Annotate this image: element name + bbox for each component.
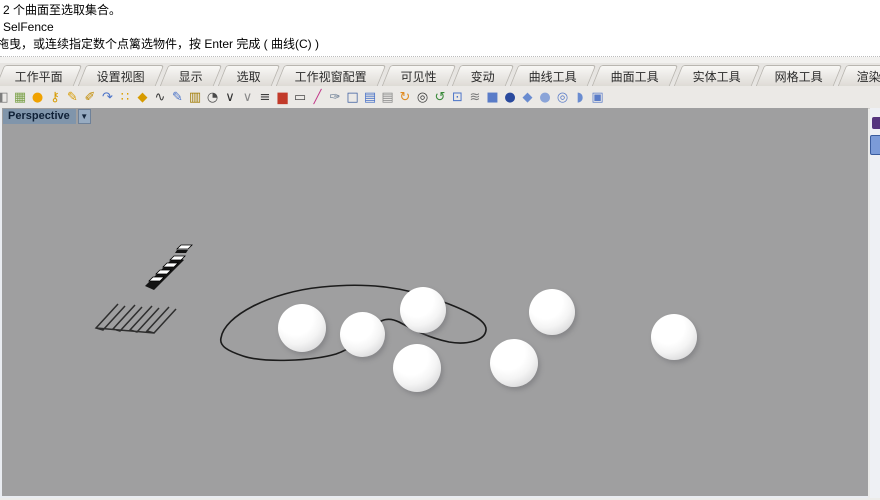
monitor-icon[interactable]: □ <box>344 89 361 106</box>
dot-grid-icon[interactable]: ∷ <box>117 89 134 106</box>
sphere-object <box>490 339 538 387</box>
tab-label: 可见性 <box>401 68 437 85</box>
ellipsoid-icon[interactable]: ● <box>537 89 554 106</box>
prism-icon[interactable]: ◆ <box>519 89 536 106</box>
sphere-object <box>651 314 697 360</box>
v-curve-icon[interactable]: ∨ <box>222 89 239 106</box>
fan-pages-icon[interactable]: ▤ <box>362 89 379 106</box>
spray-icon[interactable]: ✎ <box>64 89 81 106</box>
docked-panel-icon[interactable] <box>870 135 880 155</box>
tab-label: 选取 <box>237 68 261 85</box>
tab-11[interactable]: 网格工具 <box>756 65 843 86</box>
command-prompt[interactable]: 拖曳，或连续指定数个点篱选物件，按 Enter 完成 ( 曲线(C) ) <box>0 36 880 53</box>
sphere-object <box>278 304 326 352</box>
tab-label: 显示 <box>179 68 203 85</box>
tab-label: 渲染工具 <box>857 68 880 85</box>
tab-label: 变动 <box>471 68 495 85</box>
viewport-title-bar: Perspective ▼ <box>3 109 91 124</box>
torus-icon[interactable]: ◎ <box>554 89 571 106</box>
tab-2[interactable]: 设置视图 <box>78 65 165 86</box>
magnifier-icon[interactable]: ◎ <box>414 89 431 106</box>
tab-3[interactable]: 显示 <box>160 65 223 86</box>
blob-icon[interactable]: ◗ <box>572 89 589 106</box>
panel-icon[interactable]: ▭ <box>292 89 309 106</box>
command-history-line: 2 个曲面至选取集合。 <box>0 0 880 19</box>
named-view-icon[interactable]: ⊡ <box>449 89 466 106</box>
pencil-icon[interactable]: ✎ <box>169 89 186 106</box>
levels-icon[interactable]: ≡ <box>257 89 274 106</box>
tab-label: 工作视窗配置 <box>295 68 367 85</box>
tab-label: 曲线工具 <box>529 68 577 85</box>
tab-6[interactable]: 可见性 <box>382 65 457 86</box>
dock-icon[interactable]: ≋ <box>467 89 484 106</box>
viewport-title[interactable]: Perspective <box>3 109 76 124</box>
tab-label: 实体工具 <box>693 68 741 85</box>
sphere-object <box>393 344 441 392</box>
tab-12[interactable]: 渲染工具 <box>838 65 880 86</box>
viewport-dropdown-button[interactable]: ▼ <box>78 109 91 124</box>
undo-curve-icon[interactable]: ↷ <box>99 89 116 106</box>
nut-icon[interactable]: ◆ <box>134 89 151 106</box>
docked-panel-icon[interactable] <box>872 117 880 129</box>
sketch-pad-icon[interactable]: ✑ <box>327 89 344 106</box>
rail-array-icon[interactable]: ▥ <box>187 89 204 106</box>
perspective-viewport[interactable]: Perspective ▼ <box>0 108 868 498</box>
tab-10[interactable]: 实体工具 <box>674 65 761 86</box>
tab-1[interactable]: 工作平面 <box>0 65 82 86</box>
image-frame-icon[interactable]: ▦ <box>12 89 29 106</box>
lamp-icon[interactable]: ● <box>29 89 46 106</box>
tab-9[interactable]: 曲面工具 <box>592 65 679 86</box>
curve-points-icon[interactable]: ∿ <box>152 89 169 106</box>
main-toolbar: ◧▦●⚷✎✐↷∷◆∿✎▥◔∨∨≡▆▭╱✑□▤▤↻◎↺⊡≋■●◆●◎◗▣ <box>0 86 880 109</box>
fan-gray-icon[interactable]: ▤ <box>379 89 396 106</box>
tab-label: 设置视图 <box>97 68 145 85</box>
orbit-arrow-icon[interactable]: ↻ <box>397 89 414 106</box>
lock-icon[interactable]: ◧ <box>0 89 11 106</box>
key-icon[interactable]: ⚷ <box>47 89 64 106</box>
chevron-down-icon: ▼ <box>80 112 88 121</box>
brush-icon[interactable]: ✐ <box>82 89 99 106</box>
rotate-view-icon[interactable]: ↺ <box>432 89 449 106</box>
line-tool-icon[interactable]: ╱ <box>309 89 326 106</box>
tab-label: 曲面工具 <box>611 68 659 85</box>
command-history-area: 2 个曲面至选取集合。 SelFence 拖曳，或连续指定数个点篱选物件，按 E… <box>0 0 880 57</box>
tab-8[interactable]: 曲线工具 <box>510 65 597 86</box>
cube-icon[interactable]: ■ <box>484 89 501 106</box>
tab-4[interactable]: 选取 <box>218 65 281 86</box>
right-docked-toolbar[interactable] <box>870 108 880 498</box>
stair-object-slat-shadow <box>175 250 188 253</box>
sphere-tool-icon[interactable]: ● <box>502 89 519 106</box>
selection-box-icon[interactable]: ▣ <box>589 89 606 106</box>
sphere-object <box>400 287 446 333</box>
toolbar-tab-bar: 工作平面 设置视图 显示 选取 工作视窗配置 可见性 变动 曲线工具 曲面工具 实体工具 网格工具 渲… <box>0 63 880 86</box>
tab-label: 工作平面 <box>15 68 63 85</box>
sphere-object <box>340 312 385 357</box>
bar-chart-icon[interactable]: ▆ <box>274 89 291 106</box>
v-dashed-curve-icon[interactable]: ∨ <box>239 89 256 106</box>
tab-5[interactable]: 工作视窗配置 <box>276 65 387 86</box>
sphere-object <box>529 289 575 335</box>
command-history-line: SelFence <box>0 19 880 36</box>
tab-label: 网格工具 <box>775 68 823 85</box>
tab-7[interactable]: 变动 <box>452 65 515 86</box>
comb-wireframe-object <box>96 304 176 333</box>
gauge-icon[interactable]: ◔ <box>204 89 221 106</box>
